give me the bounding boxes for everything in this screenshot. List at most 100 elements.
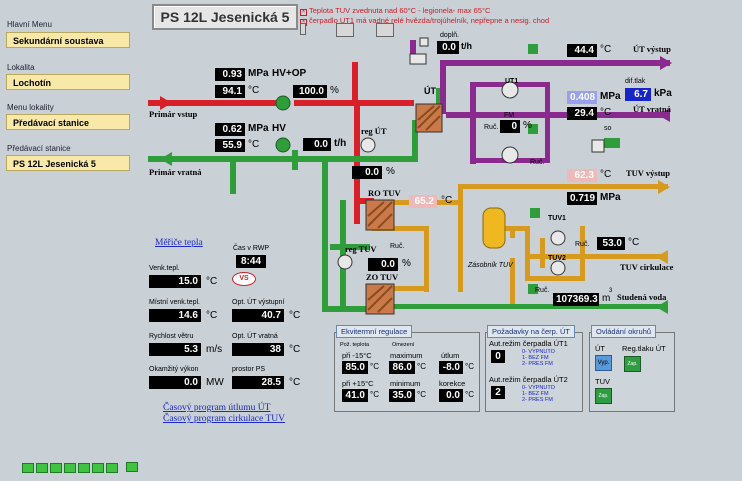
ctrl-reg-label: Reg.tlaku ÚT [622, 344, 666, 353]
rwp-time-label: Čas v RWP [233, 245, 270, 252]
ut-return-temp-unit: °C [600, 107, 612, 118]
tab-pump-requests[interactable]: Požadavky na čerp. ÚT [487, 325, 575, 338]
ctrl-tuv-label: TUV [595, 377, 610, 386]
alarm-text-1: Teplota TUV zvednuta nad 60°C - legionel… [309, 6, 491, 15]
status-indicator [36, 463, 48, 473]
alarm-legionella[interactable]: × Teplota TUV zvednuta nad 60°C - legione… [300, 6, 490, 16]
ut-out-temp-unit: °C [600, 44, 612, 55]
hv-label: HV [272, 123, 286, 134]
cold-water-value: 107369.3 [553, 293, 599, 306]
sidebar-caption-location-menu: Menu lokality [7, 103, 54, 112]
reg-ut-value: 0.0 [352, 166, 382, 179]
outdoor-temp-label: Venk.tepl. [149, 265, 180, 272]
pump-ut2 [501, 146, 519, 164]
cold-water-label: Studená voda [617, 292, 667, 302]
eq-utlum-value[interactable]: -8.0 [439, 361, 463, 374]
tuv-out-temp-value: 62.3 [567, 169, 597, 182]
power-label: Okamžitý výkon [149, 366, 199, 373]
tuv-out-pressure-unit: MPa [600, 192, 621, 203]
eq-r2-value[interactable]: 41.0 [342, 389, 368, 402]
pump-tuv2-manual-label: Ruč. [535, 287, 550, 294]
p2-value[interactable]: 2 [491, 386, 505, 399]
status-indicator [50, 463, 62, 473]
tuv-schedule-link[interactable]: Časový program cirkulace TUV [163, 414, 285, 424]
p1-legend-2: 2- PRES FM [522, 361, 553, 367]
sidebar-caption-main: Hlavní Menu [7, 20, 52, 29]
wind-unit: m/s [206, 344, 223, 355]
pump-tuv1-label: TUV1 [548, 215, 566, 222]
reg-tuv-value: 0.0 [368, 258, 398, 271]
ro-tuv-temp-unit: °C [441, 195, 453, 206]
vs-icon[interactable]: VS [232, 272, 256, 286]
eq-col2-label: Omezení [392, 342, 415, 348]
scada-screen: Hlavní Menu Sekundární soustava Lokalita… [0, 0, 742, 481]
tab-equithermal[interactable]: Ekvitermní regulace [336, 325, 413, 338]
document-button-1[interactable] [336, 23, 354, 37]
primary-return-pipe [148, 156, 418, 162]
p1-value[interactable]: 0 [491, 350, 505, 363]
tuv-circ-label: TUV cirkulace [620, 262, 674, 272]
ut-out-label: ÚT výstup [633, 44, 671, 54]
eq-r2-unit: °C [370, 390, 379, 399]
tuv-circ-temp-value: 53.0 [597, 237, 625, 250]
primary-return-label: Primár vratná [149, 167, 202, 177]
sidebar-item-station[interactable]: PS 12L Jesenická 5 [6, 155, 130, 171]
ut-return-pressure-value: 0.408 [567, 91, 597, 104]
hv-op-label: HV+OP [272, 68, 307, 79]
cold-water-unit: m [602, 293, 611, 304]
hv-temp-value: 55.9 [215, 139, 245, 152]
eq-min-value[interactable]: 35.0 [389, 389, 415, 402]
ut-out-temp-value: 44.4 [567, 44, 597, 57]
tuv-out-label: TUV výstup [626, 168, 671, 178]
eq-r1-value[interactable]: 85.0 [342, 361, 368, 374]
eq-max-value[interactable]: 86.0 [389, 361, 415, 374]
opt-ret-unit: °C [289, 344, 301, 355]
hv-op-pressure-value: 0.93 [215, 68, 245, 81]
dopln-label: doplň. [440, 32, 460, 39]
status-indicator [106, 463, 118, 473]
reg-ut-unit: % [386, 166, 395, 177]
document-button-2[interactable] [376, 23, 394, 37]
eq-utlum-label: útlum [441, 351, 460, 360]
tab-circuit-control[interactable]: Ovládání okruhů [591, 325, 657, 338]
eq-max-unit: °C [417, 362, 426, 371]
eq-kor-unit: °C [465, 390, 474, 399]
cold-water-pipe [392, 304, 668, 309]
primary-flow-unit: t/h [334, 138, 347, 149]
pump-tuv2 [550, 260, 566, 276]
pressure-reg-toggle-button[interactable]: Zap. [624, 356, 641, 372]
eq-r1-label: při -15°C [342, 351, 372, 360]
valve-hv [275, 137, 291, 153]
status-indicator [64, 463, 76, 473]
sidebar-item-main-menu[interactable]: Sekundární soustava [6, 32, 130, 48]
sidebar-item-location-menu[interactable]: Předávací stanice [6, 114, 130, 130]
heat-meters-link[interactable]: Měřiče tepla [155, 238, 203, 248]
local-temp-label: Místní venk.tepl. [149, 299, 200, 306]
eq-kor-value[interactable]: 0.0 [439, 389, 463, 402]
eq-max-label: maximum [390, 351, 423, 360]
ut-schedule-link[interactable]: Časový program útlumu ÚT [163, 403, 270, 413]
ro-tuv-temp-value: 65.2 [409, 195, 437, 208]
heat-exchanger-ro-tuv [365, 199, 395, 231]
hv-op-valve-unit: % [330, 85, 339, 96]
tuv-toggle-button[interactable]: Zap. [595, 388, 612, 404]
eq-min-unit: °C [417, 390, 426, 399]
tuv-circ-temp-unit: °C [628, 237, 640, 248]
eq-r1-unit: °C [370, 362, 379, 371]
tuv-out-temp-unit: °C [600, 169, 612, 180]
so-label: so [604, 125, 612, 132]
hv-op-temp-unit: °C [248, 85, 260, 96]
primary-flow-value: 0.0 [303, 138, 331, 151]
fm-label: FM [504, 112, 515, 119]
cold-water-unit-exp: 3 [609, 288, 613, 294]
valve-reg-tuv [337, 254, 353, 270]
hv-pressure-unit: MPa [248, 123, 269, 134]
p2-label: Aut.režim čerpadla ÚT2 [489, 375, 568, 384]
ut-toggle-button[interactable]: Vyp. [595, 355, 612, 371]
outdoor-temp-unit: °C [206, 276, 218, 287]
pump-ut-manual-label: Ruč. [484, 124, 499, 131]
sidebar-item-location[interactable]: Lochotín [6, 74, 130, 90]
ro-tuv-label: RO TUV [368, 188, 401, 198]
heating-supply-pipe [440, 60, 670, 66]
reg-tuv-unit: % [402, 258, 411, 269]
